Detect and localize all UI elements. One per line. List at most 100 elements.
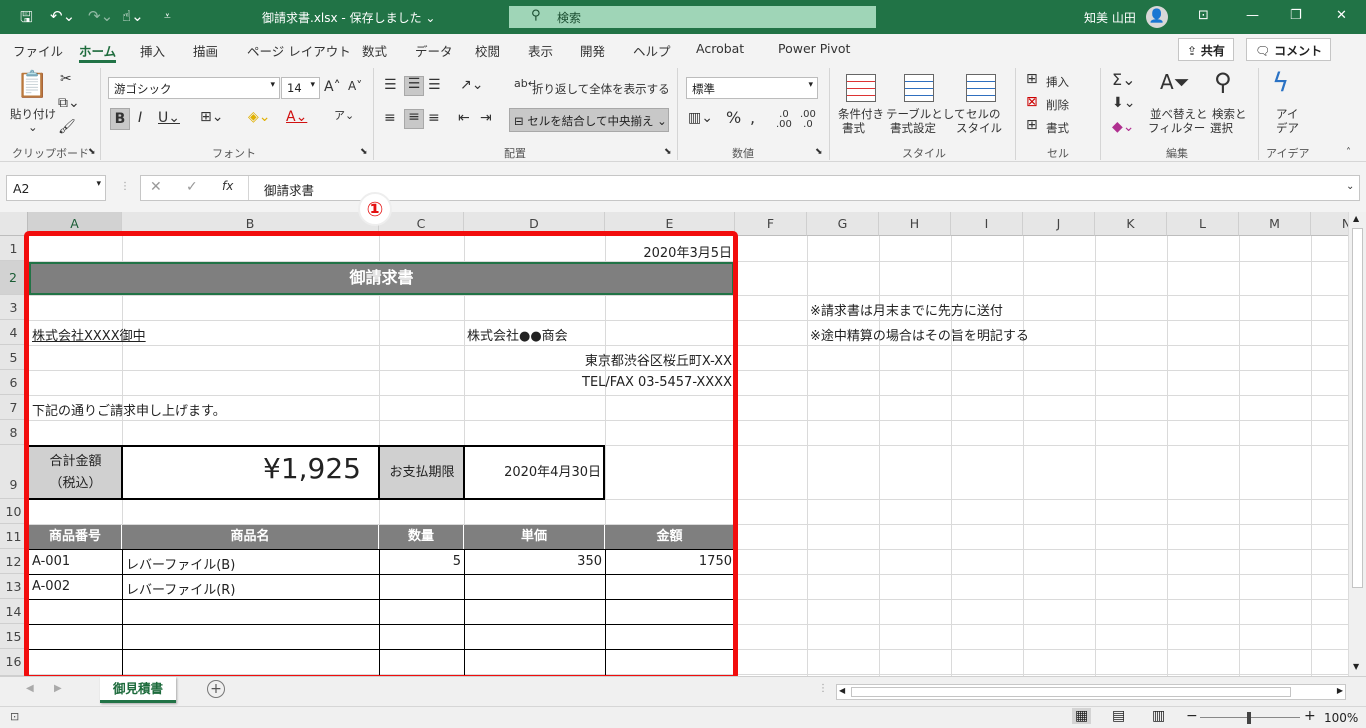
page-layout-view-icon[interactable]: ▤ (1112, 708, 1125, 724)
clipboard-launcher-icon[interactable]: ⬊ (88, 148, 96, 157)
phonetic-icon[interactable]: ア⌄ (334, 110, 354, 121)
font-size-dropdown[interactable]: 14 ▾ (281, 77, 320, 99)
format-cells-button[interactable]: 書式 (1046, 120, 1069, 136)
tab-help[interactable]: ヘルプ (633, 41, 671, 60)
align-top-icon[interactable]: ☰ (384, 78, 397, 92)
formula-input-area[interactable] (140, 175, 1360, 201)
cell-note-1[interactable]: ※請求書は月末までに先方に送付 (810, 300, 1003, 319)
search-box[interactable]: ⚲ 検索 (509, 6, 876, 28)
column-header[interactable]: J (1023, 212, 1095, 236)
align-left-icon[interactable]: ≡ (384, 111, 396, 125)
column-header[interactable]: N (1311, 212, 1348, 236)
zoom-level[interactable]: 100% (1324, 711, 1358, 725)
align-right-icon[interactable]: ≡ (428, 111, 440, 125)
horizontal-scroll-thumb[interactable] (851, 687, 1291, 697)
conditional-format-icon[interactable] (846, 74, 876, 102)
tab-acrobat[interactable]: Acrobat (696, 41, 744, 56)
cancel-entry-icon[interactable]: ✕ (150, 180, 162, 194)
zoom-out-icon[interactable]: − (1186, 708, 1198, 724)
name-box[interactable]: A2 ▾ (6, 175, 106, 201)
column-header[interactable]: K (1095, 212, 1167, 236)
increase-decimal-icon[interactable]: .0.00 (776, 110, 792, 130)
bold-icon[interactable]: B (110, 108, 130, 130)
tab-home[interactable]: ホーム (79, 41, 117, 63)
vertical-scrollbar[interactable]: ▲ ▼ (1348, 212, 1366, 676)
page-break-view-icon[interactable]: ▥ (1152, 708, 1165, 724)
insert-cells-button[interactable]: 挿入 (1046, 74, 1069, 90)
window-title[interactable]: 御請求書.xlsx - 保存しました ⌄ (262, 9, 435, 26)
normal-view-icon[interactable]: ▦ (1072, 708, 1092, 724)
cell-styles-icon[interactable] (966, 74, 996, 102)
percent-icon[interactable]: % (726, 110, 741, 126)
scroll-up-icon[interactable]: ▲ (1353, 214, 1359, 223)
column-header[interactable]: M (1239, 212, 1311, 236)
sheet-tab-active[interactable]: 御見積書 (100, 677, 176, 703)
paste-icon[interactable]: 📋 (16, 72, 48, 98)
vertical-scroll-thumb[interactable] (1352, 228, 1363, 588)
horizontal-scrollbar[interactable]: ◀ ▶ (836, 684, 1346, 700)
scroll-right-icon[interactable]: ▶ (1337, 686, 1343, 695)
align-bottom-icon[interactable]: ☰ (428, 78, 441, 92)
autosum-icon[interactable]: Σ⌄ (1112, 72, 1136, 88)
cut-icon[interactable]: ✂ (60, 72, 72, 86)
accounting-format-icon[interactable]: ▥⌄ (688, 111, 713, 125)
tab-draw[interactable]: 描画 (193, 41, 218, 60)
tab-view[interactable]: 表示 (528, 41, 553, 60)
orientation-icon[interactable]: ↗⌄ (460, 78, 483, 92)
tab-review[interactable]: 校閲 (475, 41, 500, 60)
format-painter-icon[interactable]: 🖌 (58, 120, 76, 134)
wrap-text-button[interactable]: 折り返して全体を表示する (532, 81, 670, 97)
cell-note-2[interactable]: ※途中精算の場合はその旨を明記する (810, 325, 1029, 344)
column-header[interactable]: L (1167, 212, 1239, 236)
format-as-table-icon[interactable] (904, 74, 934, 102)
tab-file[interactable]: ファイル (13, 41, 63, 60)
insert-function-icon[interactable]: fx (222, 180, 233, 192)
sort-filter-icon[interactable]: A⏷ (1160, 72, 1190, 92)
next-sheet-icon[interactable]: ▶ (54, 683, 62, 694)
tab-developer[interactable]: 開発 (580, 41, 605, 60)
tab-power-pivot[interactable]: Power Pivot (778, 41, 850, 56)
paste-dropdown-icon[interactable]: ⌄ (28, 120, 38, 134)
merge-center-button[interactable]: ⊟ セルを結合して中央揃え ⌄ (509, 108, 669, 132)
ribbon-display-icon[interactable]: ⊡ (1198, 8, 1209, 23)
font-color-icon[interactable]: A⌄ (286, 110, 307, 124)
share-button[interactable]: ⇪ 共有 (1178, 38, 1234, 61)
italic-icon[interactable]: I (138, 111, 142, 125)
restore-icon[interactable]: ❐ (1290, 8, 1302, 23)
tab-page-layout[interactable]: ページ レイアウト (247, 41, 351, 60)
fill-color-icon[interactable]: ◈⌄ (248, 110, 271, 124)
column-header[interactable]: I (951, 212, 1023, 236)
tab-formulas[interactable]: 数式 (362, 41, 387, 60)
user-avatar-icon[interactable]: 👤 (1146, 6, 1168, 28)
expand-formula-icon[interactable]: ⌄ (1346, 182, 1354, 192)
minimize-icon[interactable]: — (1246, 8, 1259, 23)
formula-input[interactable]: 御請求書 (264, 180, 314, 199)
number-format-dropdown[interactable]: 標準 ▾ (686, 77, 818, 99)
align-middle-icon[interactable]: ☰ (404, 76, 424, 96)
number-launcher-icon[interactable]: ⬊ (815, 148, 823, 157)
find-select-icon[interactable]: ⚲ (1214, 70, 1232, 94)
customize-qat-icon[interactable]: ⩡ (164, 9, 171, 24)
decrease-decimal-icon[interactable]: .00.0 (800, 110, 816, 130)
redo-icon[interactable]: ↷⌄ (88, 7, 113, 25)
zoom-slider-thumb[interactable] (1247, 712, 1251, 724)
tab-insert[interactable]: 挿入 (140, 41, 165, 60)
font-name-dropdown[interactable]: 游ゴシック ▾ (108, 77, 280, 99)
column-header[interactable]: F (735, 212, 807, 236)
increase-indent-icon[interactable]: ⇥ (480, 111, 492, 125)
border-icon[interactable]: ⊞⌄ (200, 110, 223, 124)
touch-mode-icon[interactable]: ☝⌄ (122, 7, 144, 25)
confirm-entry-icon[interactable]: ✓ (186, 180, 198, 194)
scroll-left-icon[interactable]: ◀ (839, 686, 845, 695)
column-header[interactable]: G (807, 212, 879, 236)
macro-record-icon[interactable]: ⊡ (10, 710, 19, 723)
scroll-down-icon[interactable]: ▼ (1353, 662, 1359, 671)
column-header[interactable]: H (879, 212, 951, 236)
prev-sheet-icon[interactable]: ◀ (26, 683, 34, 694)
save-icon[interactable]: 🖫 (20, 7, 33, 32)
align-center-icon[interactable]: ≡ (404, 109, 424, 129)
comma-style-icon[interactable]: , (750, 110, 755, 126)
ideas-icon[interactable]: ϟ (1272, 70, 1289, 96)
font-launcher-icon[interactable]: ⬊ (360, 148, 368, 157)
zoom-in-icon[interactable]: + (1304, 708, 1316, 724)
